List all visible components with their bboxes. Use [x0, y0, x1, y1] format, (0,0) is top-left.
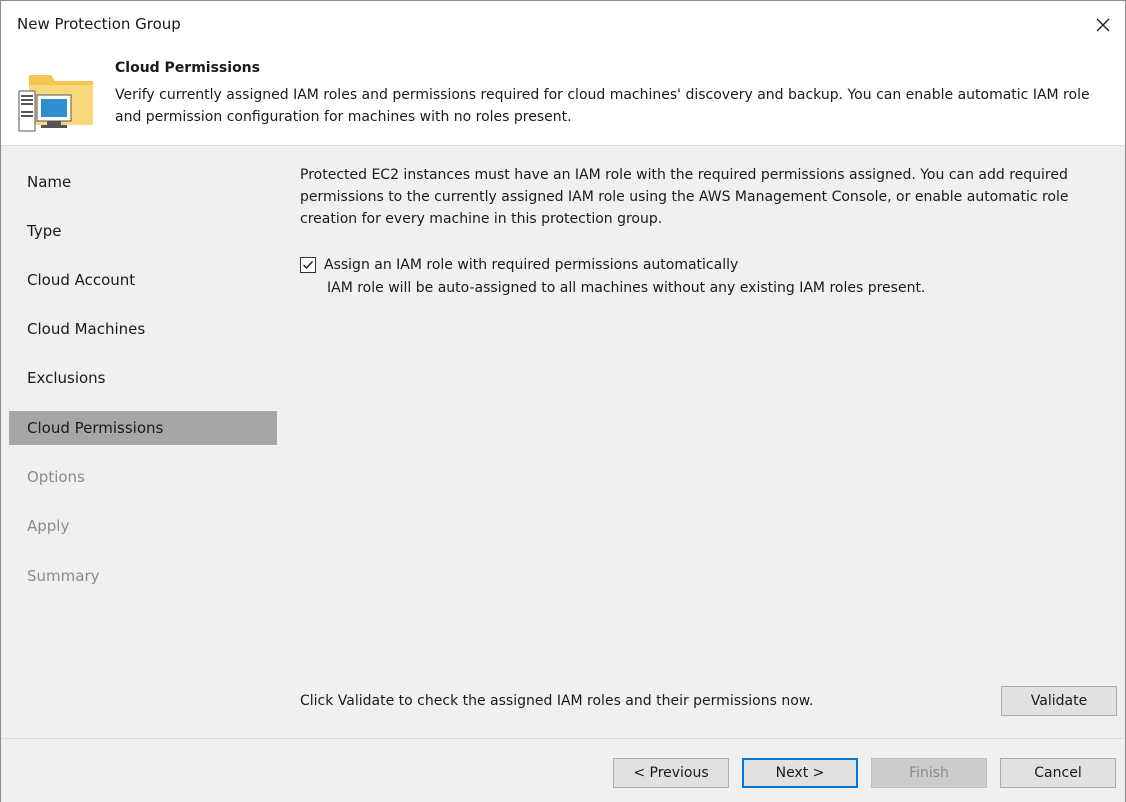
- auto-assign-iam-description: IAM role will be auto-assigned to all ma…: [327, 280, 926, 296]
- step-options: Options: [27, 468, 85, 486]
- auto-assign-iam-checkbox[interactable]: [300, 257, 316, 273]
- folder-computer-icon: [17, 65, 97, 137]
- step-exclusions[interactable]: Exclusions: [9, 361, 277, 395]
- new-protection-group-dialog: New Protection Group Cloud Permissions V…: [0, 0, 1126, 802]
- step-cloud-permissions[interactable]: Cloud Permissions: [9, 411, 277, 445]
- dialog-footer: < Previous Next > Finish Cancel: [1, 738, 1125, 802]
- step-apply: Apply: [27, 517, 70, 535]
- page-header: Cloud Permissions Verify currently assig…: [1, 47, 1125, 146]
- next-button[interactable]: Next >: [742, 758, 858, 788]
- window-title: New Protection Group: [17, 15, 181, 33]
- main-content: Protected EC2 instances must have an IAM…: [278, 146, 1125, 738]
- previous-button[interactable]: < Previous: [613, 758, 729, 788]
- title-bar: New Protection Group: [1, 1, 1125, 47]
- header-title: Cloud Permissions: [115, 60, 260, 76]
- close-button[interactable]: [1081, 7, 1125, 43]
- step-cloud-machines[interactable]: Cloud Machines: [9, 312, 277, 346]
- cancel-button[interactable]: Cancel: [1000, 758, 1116, 788]
- validate-button[interactable]: Validate: [1001, 686, 1117, 716]
- wizard-steps: Name Type Cloud Account Cloud Machines E…: [1, 146, 278, 738]
- close-icon: [1096, 18, 1110, 32]
- step-type[interactable]: Type: [9, 214, 277, 248]
- step-summary: Summary: [27, 567, 100, 585]
- validate-hint: Click Validate to check the assigned IAM…: [300, 693, 814, 709]
- intro-text: Protected EC2 instances must have an IAM…: [300, 167, 1069, 227]
- checkmark-icon: [303, 261, 314, 270]
- auto-assign-iam-label: Assign an IAM role with required permiss…: [324, 257, 739, 273]
- step-cloud-account[interactable]: Cloud Account: [9, 263, 277, 297]
- step-name[interactable]: Name: [9, 165, 277, 199]
- finish-button: Finish: [871, 758, 987, 788]
- header-description: Verify currently assigned IAM roles and …: [115, 87, 1090, 125]
- auto-assign-iam-checkbox-row[interactable]: Assign an IAM role with required permiss…: [300, 254, 738, 276]
